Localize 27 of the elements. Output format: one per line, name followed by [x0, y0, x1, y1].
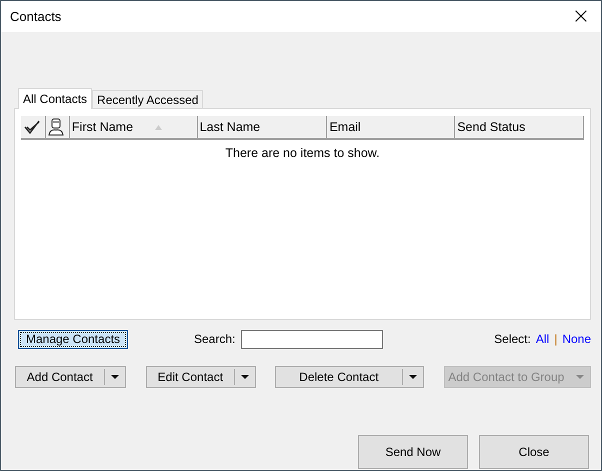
search-label: Search:	[194, 332, 236, 346]
column-header[interactable]: First Name	[68, 116, 197, 138]
checkmark-icon	[23, 119, 41, 135]
split-button[interactable]: Add Contact	[15, 366, 126, 388]
dropdown-arrow-icon[interactable]	[241, 375, 250, 379]
sort-icon	[155, 124, 162, 130]
close-button[interactable]: ×	[561, 1, 601, 32]
empty-message: There are no items to show.	[224, 146, 381, 160]
column-header[interactable]: Send Status	[454, 116, 584, 138]
dropdown-arrow-icon[interactable]	[408, 375, 417, 379]
separator: |	[554, 332, 558, 346]
select-label: Select:	[494, 332, 531, 346]
footer-button[interactable]: Send Now	[358, 435, 468, 469]
column-header[interactable]: Last Name	[196, 116, 326, 138]
footer-button[interactable]: Close	[479, 435, 589, 469]
manage-contacts-button[interactable]: Manage Contacts	[18, 330, 128, 348]
column-header[interactable]: Email	[326, 116, 454, 138]
split-button[interactable]: Edit Contact	[146, 366, 256, 388]
search-field[interactable]	[241, 330, 384, 348]
person-icon	[48, 118, 64, 136]
split-button[interactable]: Delete Contact	[275, 366, 424, 388]
tab[interactable]: Recently Accessed	[92, 90, 204, 108]
select-none-link[interactable]: None	[562, 332, 591, 346]
select-all-link[interactable]: All	[536, 332, 550, 346]
window-title: Contacts	[10, 9, 62, 24]
dropdown-arrow-icon[interactable]	[110, 375, 119, 379]
tab[interactable]: All Contacts	[18, 88, 92, 109]
